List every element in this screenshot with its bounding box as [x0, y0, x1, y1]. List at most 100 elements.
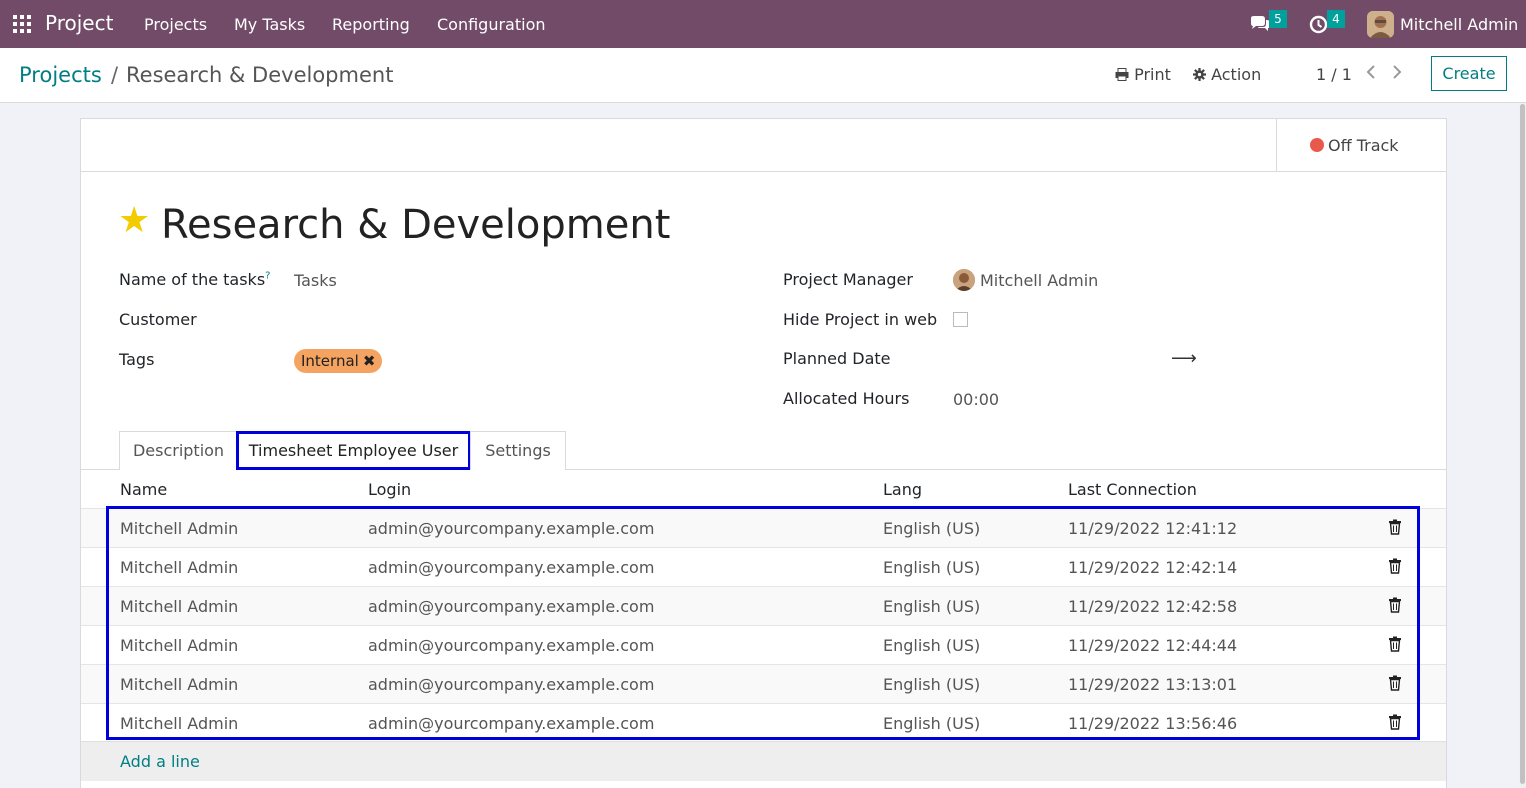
pager-next-icon[interactable]: [1392, 64, 1402, 83]
table-row[interactable]: Mitchell Admin admin@yourcompany.example…: [81, 664, 1446, 703]
tags-label: Tags: [119, 350, 155, 369]
name-of-tasks-label: Name of the tasks?: [119, 270, 271, 289]
allocated-hours-label: Allocated Hours: [783, 389, 910, 408]
help-tooltip-icon[interactable]: ?: [265, 271, 270, 282]
user-name[interactable]: Mitchell Admin: [1400, 15, 1518, 34]
cell-login: admin@yourcompany.example.com: [368, 558, 655, 577]
table-row[interactable]: Mitchell Admin admin@yourcompany.example…: [81, 508, 1446, 547]
user-avatar[interactable]: [1367, 11, 1394, 38]
pager-value[interactable]: 1 / 1: [1316, 65, 1352, 84]
cell-lang: English (US): [883, 636, 981, 655]
manager-avatar: [953, 269, 975, 291]
column-header-lang[interactable]: Lang: [883, 480, 922, 499]
cell-name: Mitchell Admin: [120, 597, 239, 616]
column-header-name[interactable]: Name: [120, 480, 167, 499]
cell-login: admin@yourcompany.example.com: [368, 714, 655, 733]
cell-last-connection: 11/29/2022 13:13:01: [1068, 675, 1238, 694]
trash-icon[interactable]: [1388, 675, 1402, 691]
trash-icon[interactable]: [1388, 519, 1402, 535]
project-status-button[interactable]: Off Track: [1276, 119, 1446, 172]
tag-remove-icon[interactable]: ✖: [363, 352, 376, 370]
menu-configuration[interactable]: Configuration: [437, 15, 546, 34]
create-button[interactable]: Create: [1431, 56, 1507, 91]
name-of-tasks-field[interactable]: Tasks: [294, 271, 337, 290]
status-bar: Off Track: [81, 119, 1446, 172]
trash-icon[interactable]: [1388, 597, 1402, 613]
action-button[interactable]: Action: [1193, 65, 1261, 84]
cell-last-connection: 11/29/2022 12:42:58: [1068, 597, 1238, 616]
planned-date-label: Planned Date: [783, 349, 891, 368]
cell-lang: English (US): [883, 714, 981, 733]
customer-label: Customer: [119, 310, 197, 329]
add-line-link[interactable]: Add a line: [120, 752, 200, 771]
planned-date-start-field[interactable]: [953, 349, 1153, 371]
project-manager-field[interactable]: Mitchell Admin: [980, 271, 1098, 290]
clock-icon[interactable]: [1309, 15, 1328, 38]
favorite-star-icon[interactable]: ★: [118, 203, 150, 239]
project-title[interactable]: Research & Development: [161, 202, 670, 248]
top-navbar: Project Projects My Tasks Reporting Conf…: [0, 0, 1526, 48]
trash-icon[interactable]: [1388, 558, 1402, 574]
cell-lang: English (US): [883, 558, 981, 577]
cell-last-connection: 11/29/2022 12:44:44: [1068, 636, 1238, 655]
planned-date-end-field[interactable]: [1201, 349, 1401, 371]
status-label: Off Track: [1328, 136, 1399, 155]
printer-icon: [1115, 68, 1129, 81]
breadcrumb-current: Research & Development: [126, 63, 394, 87]
menu-my-tasks[interactable]: My Tasks: [234, 15, 305, 34]
tag-internal[interactable]: Internal ✖: [294, 349, 383, 373]
tab-timesheet-employee-user[interactable]: Timesheet Employee User: [236, 431, 471, 470]
apps-grid-icon[interactable]: [13, 15, 31, 33]
tag-label: Internal: [301, 352, 359, 370]
form-sheet: Off Track ★ Research & Development Name …: [80, 118, 1447, 788]
trash-icon[interactable]: [1388, 714, 1402, 730]
menu-reporting[interactable]: Reporting: [332, 15, 410, 34]
cell-lang: English (US): [883, 597, 981, 616]
cell-login: admin@yourcompany.example.com: [368, 675, 655, 694]
date-range-arrow-icon: ⟶: [1171, 348, 1197, 369]
pager-previous-icon[interactable]: [1366, 64, 1376, 83]
print-label: Print: [1134, 65, 1171, 84]
cell-name: Mitchell Admin: [120, 714, 239, 733]
activities-count-badge: 4: [1327, 10, 1345, 28]
column-header-last-connection[interactable]: Last Connection: [1068, 480, 1197, 499]
cell-name: Mitchell Admin: [120, 519, 239, 538]
menu-projects[interactable]: Projects: [144, 15, 207, 34]
chat-icon[interactable]: [1249, 15, 1271, 37]
breadcrumb-separator: /: [111, 63, 119, 87]
cell-name: Mitchell Admin: [120, 558, 239, 577]
add-line-row: Add a line: [81, 741, 1446, 781]
cell-login: admin@yourcompany.example.com: [368, 597, 655, 616]
control-panel: Projects / Research & Development Print …: [0, 48, 1526, 103]
project-manager-label: Project Manager: [783, 270, 913, 289]
status-dot-icon: [1310, 138, 1324, 152]
table-row[interactable]: Mitchell Admin admin@yourcompany.example…: [81, 703, 1446, 742]
gear-icon: [1193, 68, 1206, 81]
trash-icon[interactable]: [1388, 636, 1402, 652]
breadcrumb-projects[interactable]: Projects: [19, 63, 102, 87]
customer-field[interactable]: [294, 310, 734, 332]
cell-last-connection: 11/29/2022 12:42:14: [1068, 558, 1238, 577]
page-scrollbar-thumb[interactable]: [1520, 104, 1525, 784]
table-row[interactable]: Mitchell Admin admin@yourcompany.example…: [81, 586, 1446, 625]
column-header-login[interactable]: Login: [368, 480, 411, 499]
messages-count-badge: 5: [1269, 10, 1287, 28]
cell-login: admin@yourcompany.example.com: [368, 519, 655, 538]
hide-web-label: Hide Project in web: [783, 310, 938, 329]
table-row[interactable]: Mitchell Admin admin@yourcompany.example…: [81, 547, 1446, 586]
tab-description[interactable]: Description: [119, 431, 238, 470]
cell-name: Mitchell Admin: [120, 675, 239, 694]
action-label: Action: [1211, 65, 1262, 84]
tab-settings[interactable]: Settings: [470, 431, 566, 470]
cell-last-connection: 11/29/2022 13:56:46: [1068, 714, 1238, 733]
cell-lang: English (US): [883, 675, 981, 694]
print-button[interactable]: Print: [1115, 65, 1171, 84]
cell-name: Mitchell Admin: [120, 636, 239, 655]
app-name[interactable]: Project: [45, 11, 113, 35]
cell-login: admin@yourcompany.example.com: [368, 636, 655, 655]
table-row[interactable]: Mitchell Admin admin@yourcompany.example…: [81, 625, 1446, 664]
list-header: Name Login Lang Last Connection: [81, 470, 1446, 508]
allocated-hours-field[interactable]: 00:00: [953, 390, 999, 409]
hide-web-checkbox[interactable]: [953, 312, 968, 327]
cell-last-connection: 11/29/2022 12:41:12: [1068, 519, 1238, 538]
